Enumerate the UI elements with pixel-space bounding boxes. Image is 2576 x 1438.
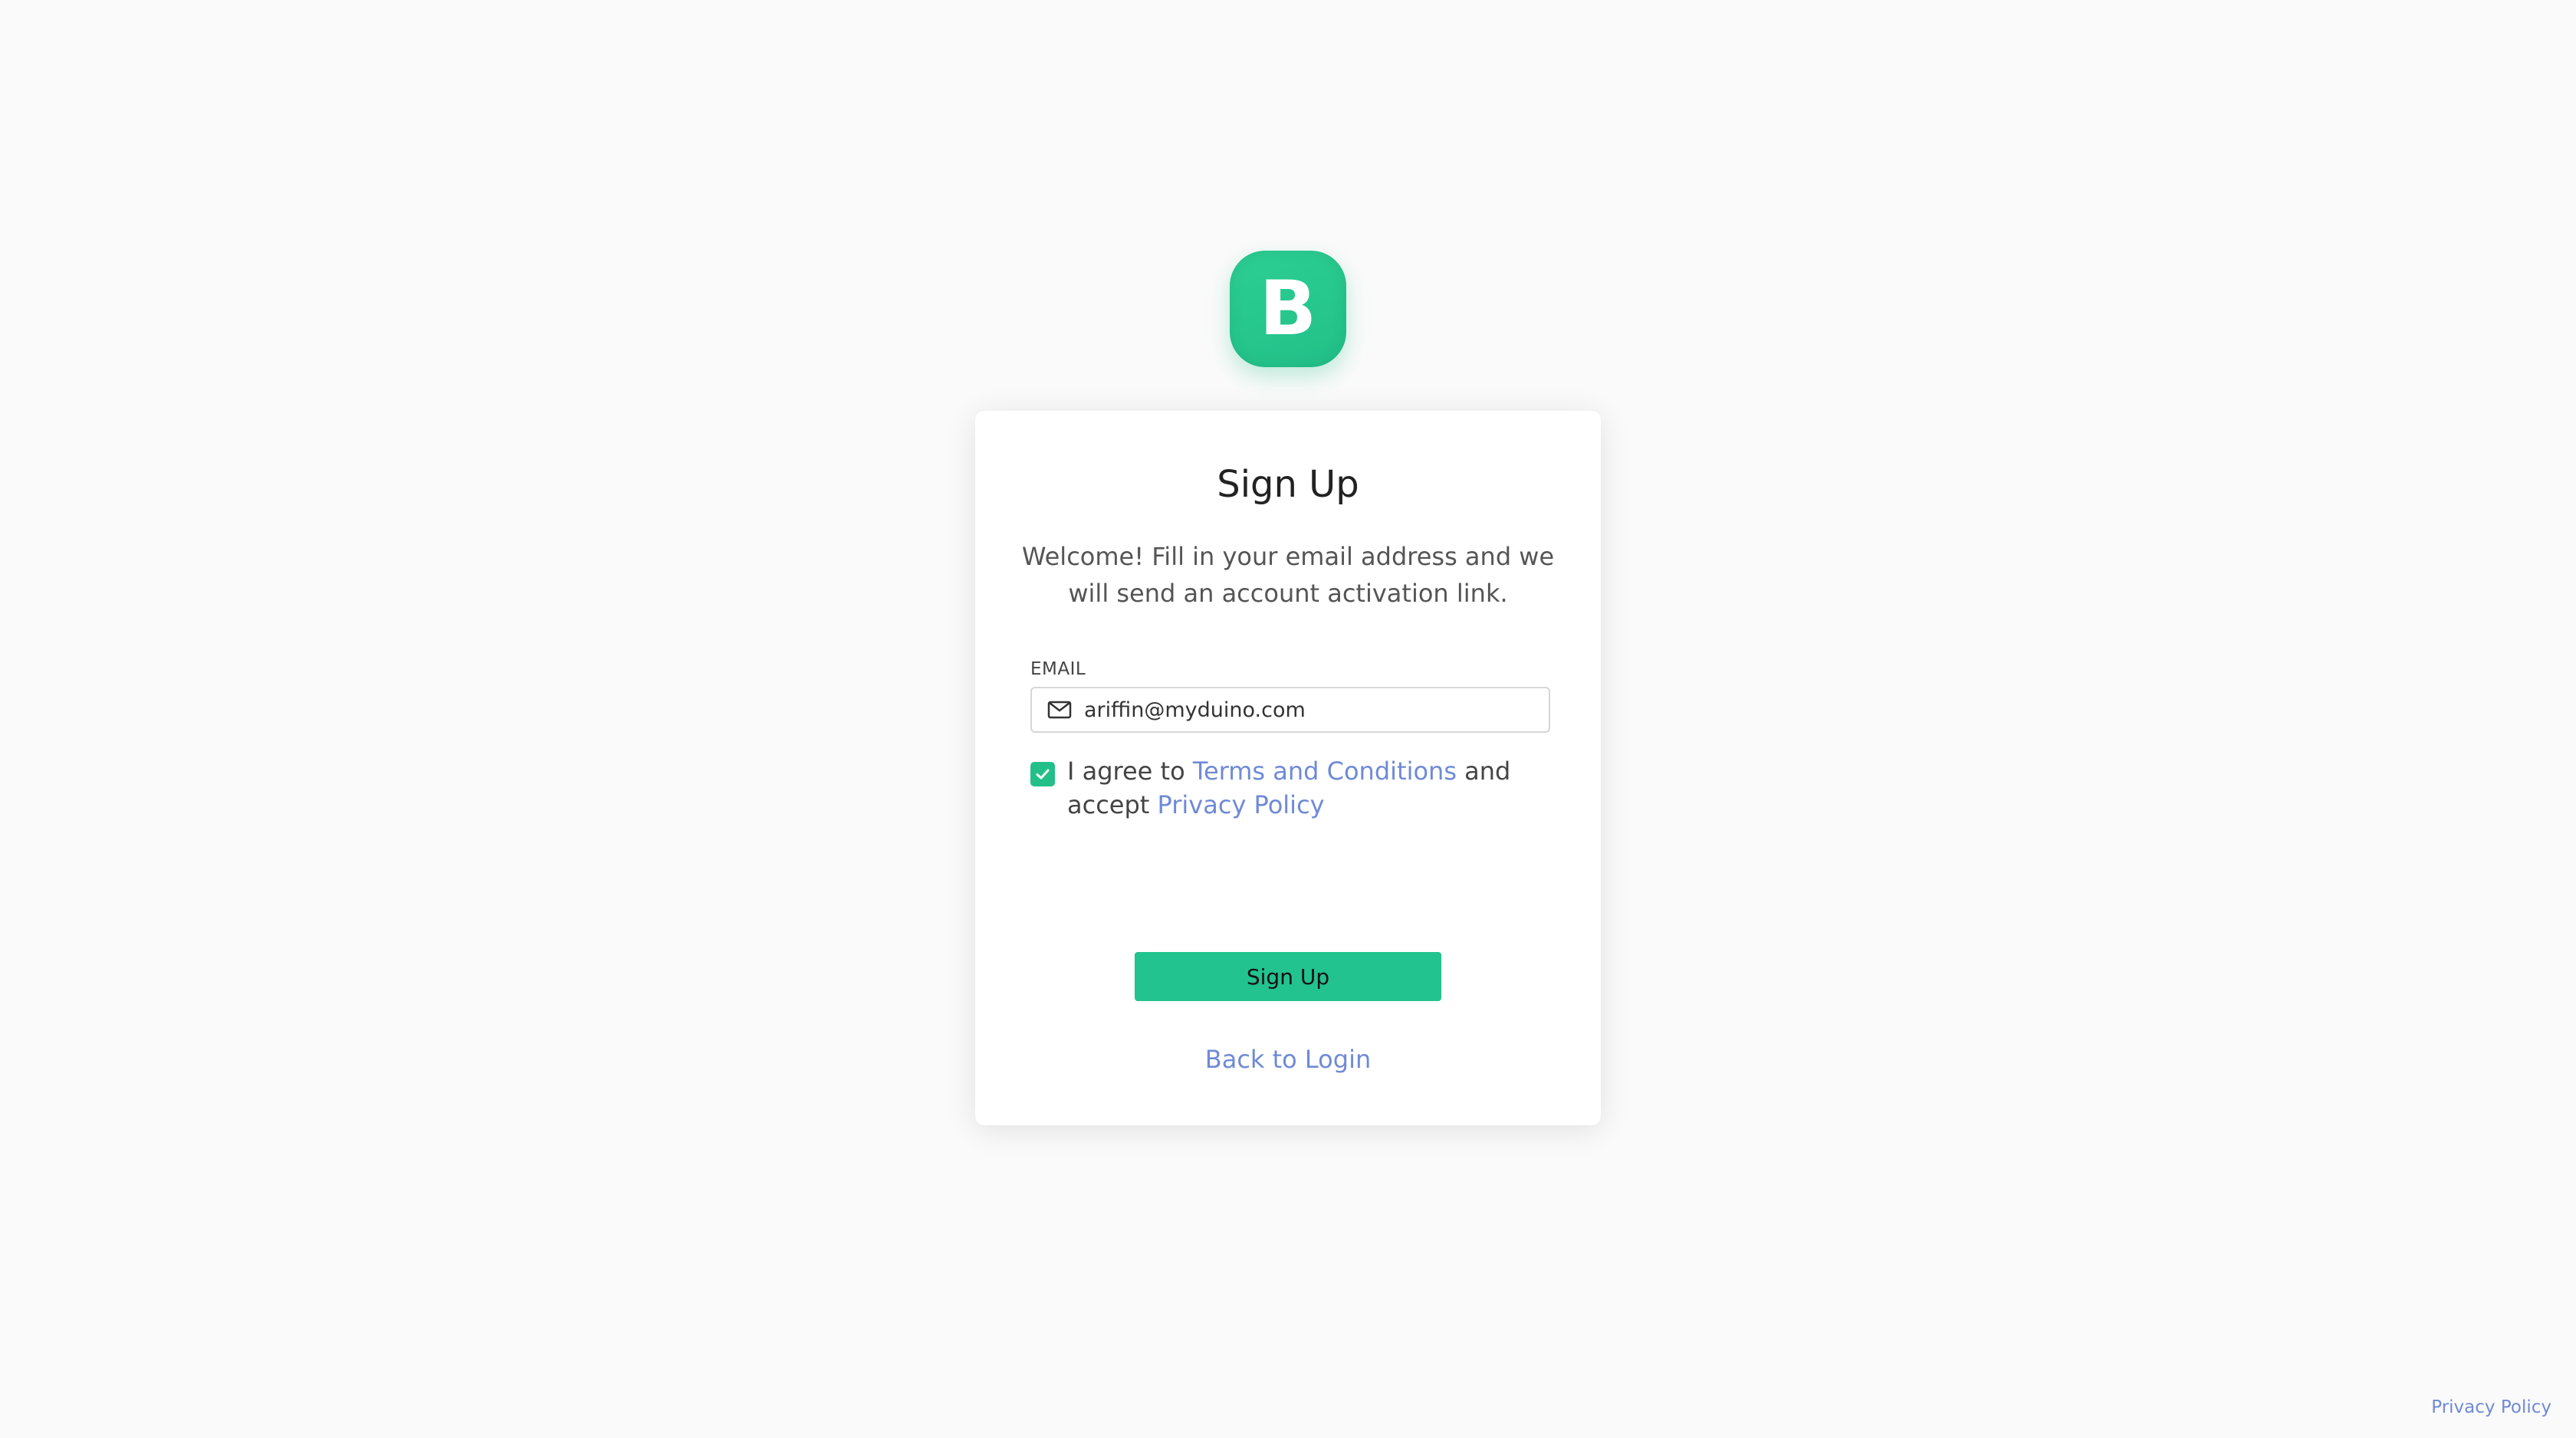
back-to-login-container: Back to Login xyxy=(975,1044,1601,1075)
agree-checkbox[interactable] xyxy=(1030,762,1055,786)
footer-privacy-policy-link[interactable]: Privacy Policy xyxy=(2431,1397,2551,1418)
email-field[interactable] xyxy=(1030,687,1550,733)
mail-icon xyxy=(1046,699,1073,721)
brand-logo-letter: B xyxy=(1259,265,1317,353)
page-title: Sign Up xyxy=(1217,463,1359,506)
agreement-text: I agree to Terms and Conditions and acce… xyxy=(1067,754,1543,822)
agreement-prefix: I agree to xyxy=(1067,757,1193,786)
signup-card: Sign Up Welcome! Fill in your email addr… xyxy=(975,411,1601,1125)
terms-agreement: I agree to Terms and Conditions and acce… xyxy=(1030,754,1559,822)
email-label: EMAIL xyxy=(1030,659,1086,679)
signup-description: Welcome! Fill in your email address and … xyxy=(1021,542,1555,608)
back-to-login-link[interactable]: Back to Login xyxy=(1205,1045,1371,1074)
privacy-policy-link[interactable]: Privacy Policy xyxy=(1158,790,1325,819)
email-input[interactable] xyxy=(1084,698,1513,722)
check-icon xyxy=(1036,769,1050,780)
brand-logo: B xyxy=(1230,251,1346,367)
terms-and-conditions-link[interactable]: Terms and Conditions xyxy=(1193,757,1457,786)
sign-up-button[interactable]: Sign Up xyxy=(1135,952,1441,1001)
